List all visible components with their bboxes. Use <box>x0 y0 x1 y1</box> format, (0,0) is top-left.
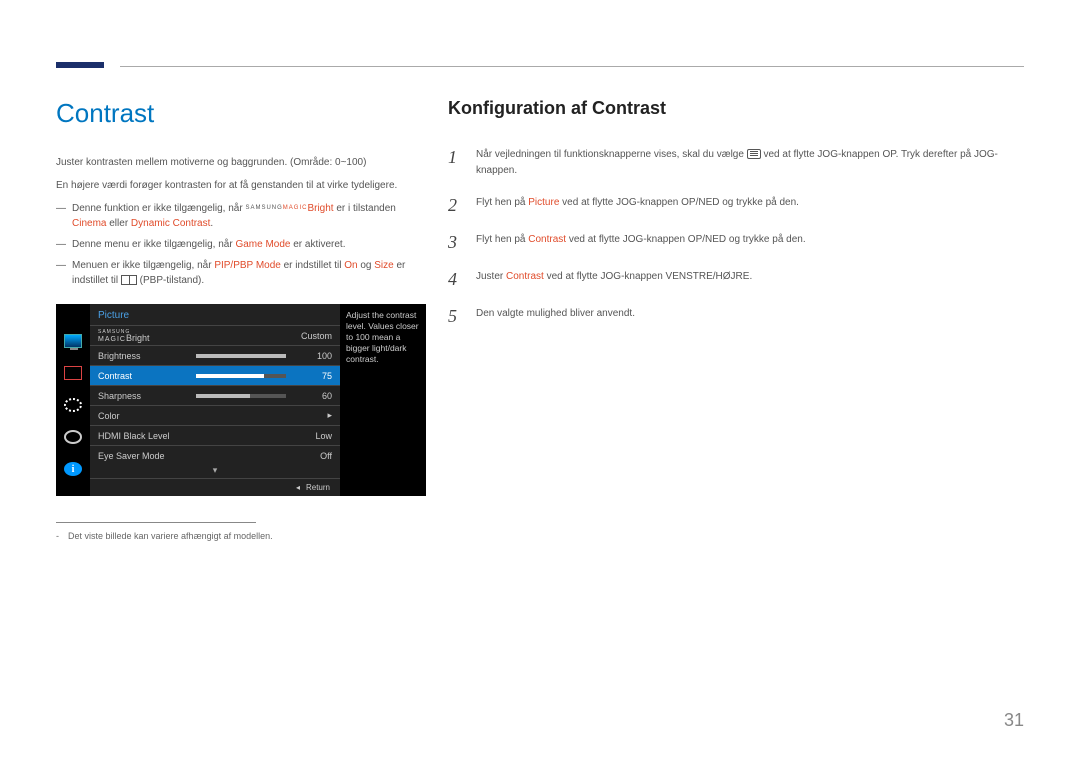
note-item: Menuen er ikke tilgængelig, når PIP/PBP … <box>56 258 426 288</box>
pip-icon <box>64 366 82 380</box>
osd-slider <box>196 394 286 398</box>
step-number: 1 <box>448 139 476 187</box>
osd-row: Contrast 75 <box>90 365 340 385</box>
step-text: Flyt hen på Contrast ved at flytte JOG-k… <box>476 224 1024 261</box>
subsection-title: Konfiguration af Contrast <box>448 98 1024 119</box>
step-number: 5 <box>448 298 476 335</box>
osd-row-value: 75 <box>292 371 332 381</box>
step-text: Juster Contrast ved at flytte JOG-knappe… <box>476 261 1024 298</box>
osd-row-value: Low <box>292 431 332 441</box>
osd-row: Brightness 100 <box>90 345 340 365</box>
intro-text-1: Juster kontrasten mellem motiverne og ba… <box>56 155 426 170</box>
footnote-divider <box>56 522 256 523</box>
section-title: Contrast <box>56 98 426 129</box>
osd-row-value: 60 <box>292 391 332 401</box>
pbp-icon <box>121 275 137 285</box>
step-text: Den valgte mulighed bliver anvendt. <box>476 298 1024 335</box>
intro-text-2: En højere værdi forøger kontrasten for a… <box>56 178 426 193</box>
restriction-notes: Denne funktion er ikke tilgængelig, når … <box>56 201 426 288</box>
step-row: 2Flyt hen på Picture ved at flytte JOG-k… <box>448 187 1024 224</box>
osd-row-label: Contrast <box>98 371 196 381</box>
osd-row-label: Color <box>98 411 292 421</box>
osd-row-label: SAMSUNGMAGICBright <box>98 329 292 343</box>
osd-tooltip: Adjust the contrast level. Values closer… <box>340 304 426 496</box>
osd-row-value: ▸ <box>292 410 332 421</box>
step-number: 2 <box>448 187 476 224</box>
step-text: Flyt hen på Picture ved at flytte JOG-kn… <box>476 187 1024 224</box>
osd-slider <box>196 374 286 378</box>
osd-row: Eye Saver ModeOff <box>90 445 340 465</box>
osd-row-label: Eye Saver Mode <box>98 451 292 461</box>
back-arrow-icon: ◂ <box>296 483 300 492</box>
footnote: Det viste billede kan variere afhængigt … <box>56 531 426 541</box>
step-row: 4Juster Contrast ved at flytte JOG-knapp… <box>448 261 1024 298</box>
header-divider <box>120 66 1024 67</box>
osd-row: Color▸ <box>90 405 340 425</box>
osd-sidebar: i <box>56 304 90 496</box>
step-number: 3 <box>448 224 476 261</box>
step-row: 1Når vejledningen til funktionsknapperne… <box>448 139 1024 187</box>
osd-row-value: 100 <box>292 351 332 361</box>
samsung-label: SAMSUNG <box>245 205 282 211</box>
osd-slider <box>196 354 286 358</box>
osd-screenshot: i Picture SAMSUNGMAGICBrightCustomBright… <box>56 304 426 496</box>
osd-row-value: Custom <box>292 331 332 341</box>
osd-row: Sharpness 60 <box>90 385 340 405</box>
page-number: 31 <box>1004 710 1024 731</box>
step-text: Når vejledningen til funktionsknapperne … <box>476 139 1024 187</box>
step-row: 3Flyt hen på Contrast ved at flytte JOG-… <box>448 224 1024 261</box>
osd-main-panel: Picture SAMSUNGMAGICBrightCustomBrightne… <box>90 304 340 496</box>
menu-icon <box>747 149 761 159</box>
osd-row-label: Sharpness <box>98 391 196 401</box>
osd-footer: ◂ Return <box>90 478 340 496</box>
display-icon <box>64 398 82 412</box>
info-icon: i <box>64 462 82 476</box>
note-item: Denne funktion er ikke tilgængelig, når … <box>56 201 426 231</box>
step-list: 1Når vejledningen til funktionsknapperne… <box>448 139 1024 335</box>
osd-header: Picture <box>90 304 340 325</box>
settings-icon <box>64 430 82 444</box>
osd-row-label: Brightness <box>98 351 196 361</box>
return-label: Return <box>306 483 330 492</box>
header-accent <box>56 62 104 68</box>
osd-row: HDMI Black LevelLow <box>90 425 340 445</box>
osd-row: SAMSUNGMAGICBrightCustom <box>90 325 340 345</box>
step-number: 4 <box>448 261 476 298</box>
picture-icon <box>64 334 82 348</box>
scroll-down-icon: ▾ <box>90 465 340 478</box>
step-row: 5Den valgte mulighed bliver anvendt. <box>448 298 1024 335</box>
osd-row-value: Off <box>292 451 332 461</box>
note-item: Denne menu er ikke tilgængelig, når Game… <box>56 237 426 252</box>
osd-row-label: HDMI Black Level <box>98 431 292 441</box>
